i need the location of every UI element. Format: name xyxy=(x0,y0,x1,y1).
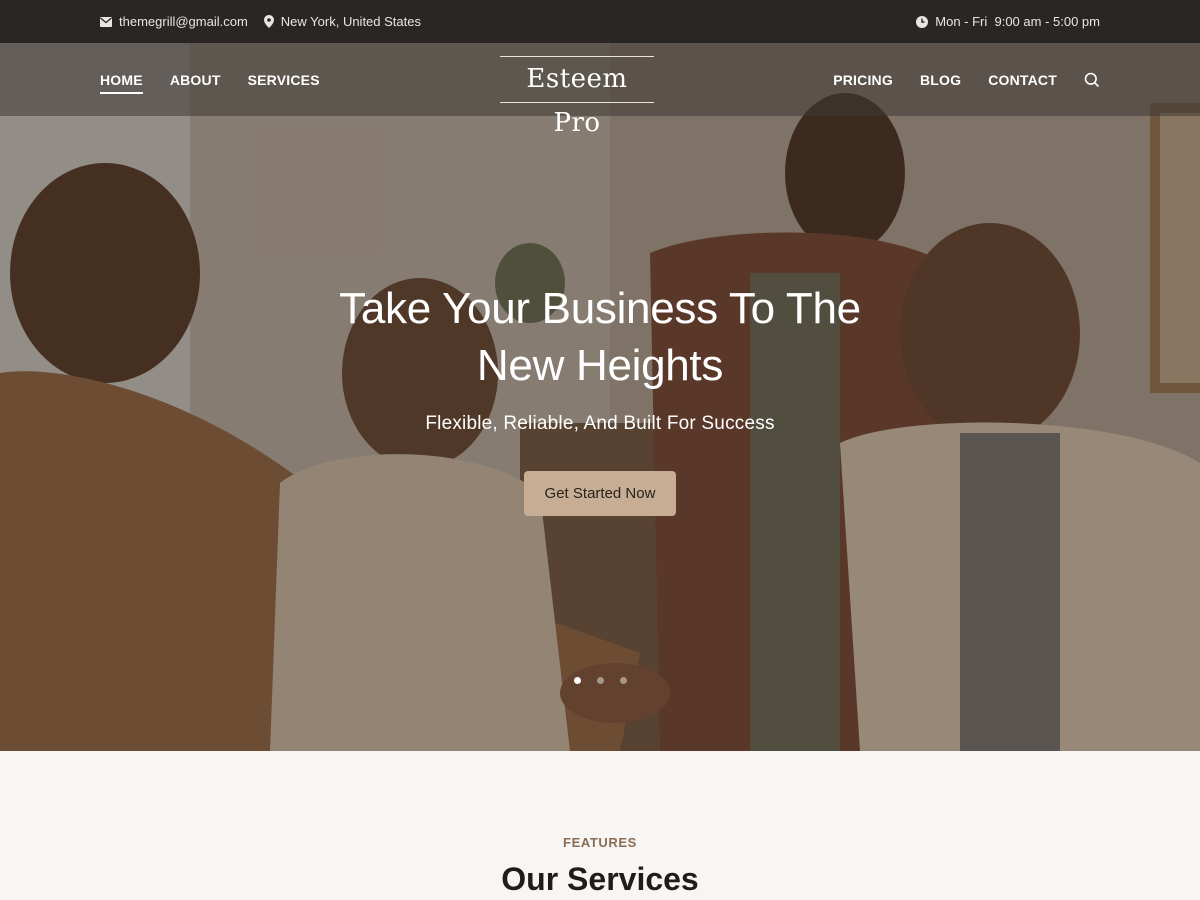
main-navigation: HOME ABOUT SERVICES Esteem Pro PRICING B… xyxy=(0,43,1200,138)
get-started-button[interactable]: Get Started Now xyxy=(523,471,677,516)
nav-item-pricing[interactable]: PRICING xyxy=(833,66,893,94)
nav-left: HOME ABOUT SERVICES xyxy=(100,43,320,116)
hours-text: Mon - Fri 9:00 am - 5:00 pm xyxy=(935,14,1100,29)
email-text: themegrill@gmail.com xyxy=(119,14,248,29)
location-item: New York, United States xyxy=(263,14,421,29)
location-text: New York, United States xyxy=(280,14,421,29)
email-item[interactable]: themegrill@gmail.com xyxy=(100,14,248,29)
top-info-left: themegrill@gmail.com New York, United St… xyxy=(100,0,421,43)
features-section: FEATURES Our Services xyxy=(0,751,1200,900)
hero-slider: HOME ABOUT SERVICES Esteem Pro PRICING B… xyxy=(0,43,1200,751)
nav-right: PRICING BLOG CONTACT xyxy=(833,43,1100,116)
hours-item: Mon - Fri 9:00 am - 5:00 pm xyxy=(916,14,1100,29)
hero-title-line-1: Take Your Business To The xyxy=(339,284,861,333)
nav-item-blog[interactable]: BLOG xyxy=(920,66,961,94)
nav-item-services[interactable]: SERVICES xyxy=(248,66,320,94)
slider-dot-3[interactable] xyxy=(619,677,627,684)
nav-item-about[interactable]: ABOUT xyxy=(170,66,221,94)
section-title: Our Services xyxy=(501,861,699,897)
hero-title: Take Your Business To The New Heights xyxy=(300,280,900,394)
hero-title-line-2: New Heights xyxy=(476,341,724,390)
search-icon[interactable] xyxy=(1084,72,1100,88)
slider-dot-1[interactable] xyxy=(573,677,581,684)
site-logo[interactable]: Esteem Pro xyxy=(500,56,654,138)
map-pin-icon xyxy=(263,15,274,28)
section-eyebrow: FEATURES xyxy=(563,835,637,850)
top-info-right: Mon - Fri 9:00 am - 5:00 pm xyxy=(916,0,1100,43)
top-info-bar: themegrill@gmail.com New York, United St… xyxy=(0,0,1200,43)
nav-item-home[interactable]: HOME xyxy=(100,66,143,94)
hero-subtitle: Flexible, Reliable, And Built For Succes… xyxy=(425,413,775,434)
clock-icon xyxy=(916,15,929,28)
slider-pagination xyxy=(0,677,1200,684)
slider-dot-2[interactable] xyxy=(596,677,604,684)
hero-content: Take Your Business To The New Heights Fl… xyxy=(300,280,900,516)
nav-item-contact[interactable]: CONTACT xyxy=(988,66,1057,94)
envelope-icon xyxy=(100,16,112,27)
